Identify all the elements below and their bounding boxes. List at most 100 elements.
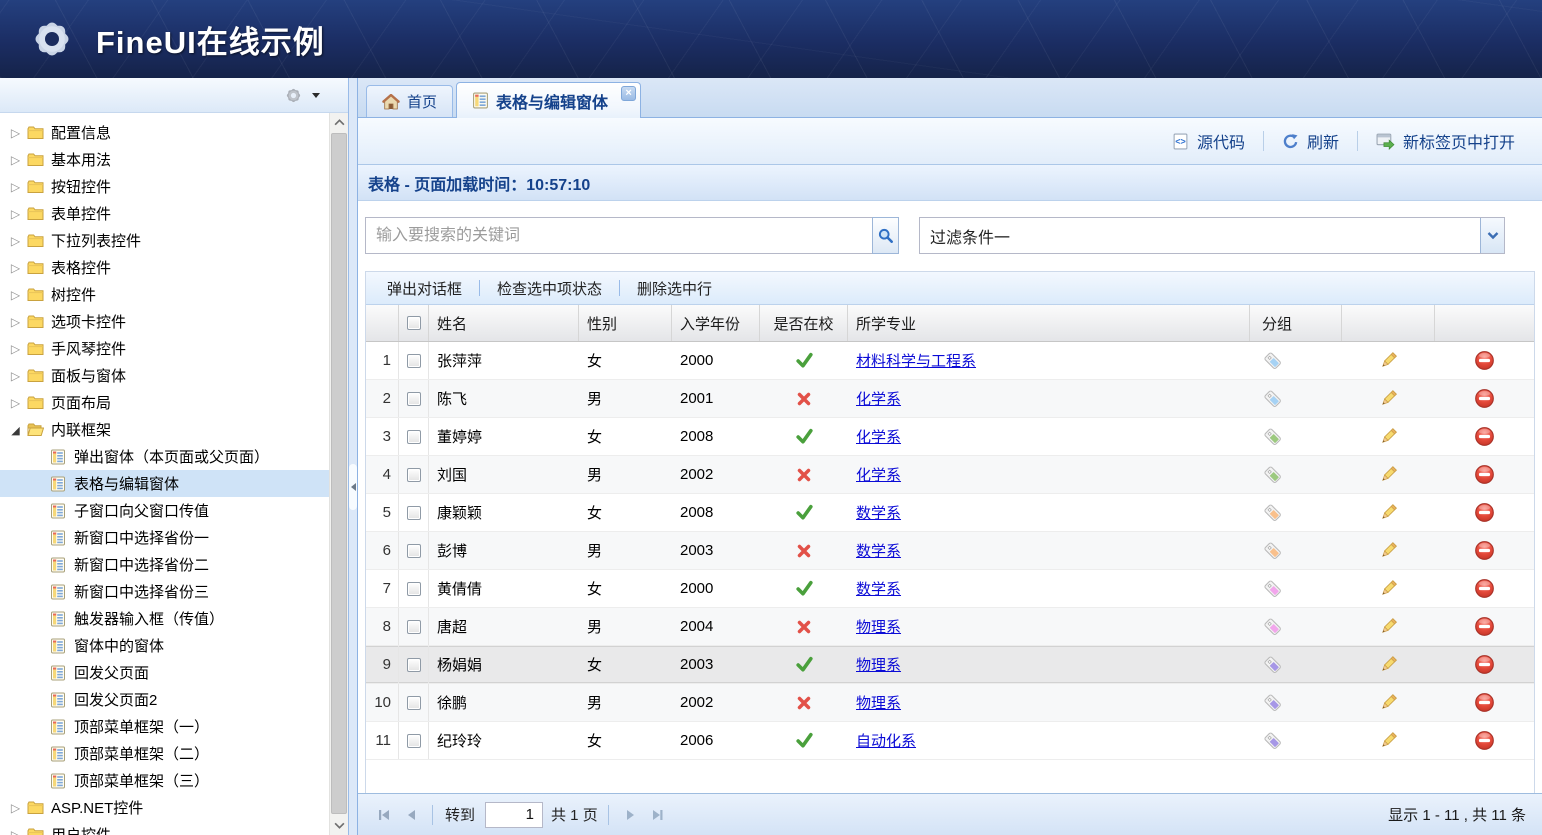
delete-rows-button[interactable]: 删除选中行	[620, 278, 729, 299]
delete-button[interactable]	[1474, 578, 1495, 599]
major-link[interactable]: 自动化系	[856, 730, 916, 751]
row-select-cell[interactable]	[399, 342, 429, 379]
edit-button[interactable]	[1379, 655, 1398, 674]
tree-leaf-item[interactable]: 顶部菜单框架（一）	[0, 713, 329, 740]
checkbox-icon[interactable]	[407, 468, 421, 482]
tree-folder-item[interactable]: ▷◢ 页面布局	[0, 389, 329, 416]
delete-button[interactable]	[1474, 540, 1495, 561]
delete-button[interactable]	[1474, 692, 1495, 713]
row-select-cell[interactable]	[399, 684, 429, 721]
expand-arrow-icon[interactable]: ▷◢	[7, 178, 24, 195]
edit-button[interactable]	[1379, 351, 1398, 370]
column-header-gender[interactable]: 性别	[579, 305, 672, 341]
tree-leaf-item[interactable]: 顶部菜单框架（二）	[0, 740, 329, 767]
tab-grid-edit-window[interactable]: 表格与编辑窗体 ×	[456, 82, 641, 118]
tree-leaf-item[interactable]: 新窗口中选择省份三	[0, 578, 329, 605]
tree-leaf-item[interactable]: 窗体中的窗体	[0, 632, 329, 659]
edit-button[interactable]	[1379, 541, 1398, 560]
expand-arrow-icon[interactable]: ▷◢	[7, 151, 24, 168]
row-select-cell[interactable]	[399, 418, 429, 455]
tree-folder-item[interactable]: ▷◢ 选项卡控件	[0, 308, 329, 335]
major-link[interactable]: 数学系	[856, 578, 901, 599]
checkbox-icon[interactable]	[407, 392, 421, 406]
tree-folder-item[interactable]: ▷◢ 表单控件	[0, 200, 329, 227]
edit-button[interactable]	[1379, 731, 1398, 750]
edit-button[interactable]	[1379, 617, 1398, 636]
checkbox-icon[interactable]	[407, 658, 421, 672]
expand-arrow-icon[interactable]: ▷◢	[7, 232, 24, 249]
checkbox-icon[interactable]	[407, 582, 421, 596]
edit-button[interactable]	[1379, 503, 1398, 522]
expand-arrow-icon[interactable]: ▷◢	[7, 421, 24, 438]
source-code-button[interactable]: <> 源代码	[1157, 129, 1260, 153]
last-page-button[interactable]	[644, 802, 671, 828]
major-link[interactable]: 化学系	[856, 464, 901, 485]
next-page-button[interactable]	[617, 802, 644, 828]
tree-leaf-item[interactable]: 弹出窗体（本页面或父页面）	[0, 443, 329, 470]
delete-button[interactable]	[1474, 388, 1495, 409]
edit-button[interactable]	[1379, 427, 1398, 446]
major-link[interactable]: 化学系	[856, 426, 901, 447]
expand-arrow-icon[interactable]: ▷◢	[7, 259, 24, 276]
header-select-all[interactable]	[399, 305, 429, 341]
refresh-button[interactable]: 刷新	[1267, 129, 1354, 153]
open-new-tab-button[interactable]: 新标签页中打开	[1361, 129, 1530, 153]
major-link[interactable]: 物理系	[856, 616, 901, 637]
checkbox-icon[interactable]	[407, 506, 421, 520]
row-select-cell[interactable]	[399, 608, 429, 645]
tab-home[interactable]: 首页	[366, 85, 453, 117]
tree-folder-item[interactable]: ▷◢ 树控件	[0, 281, 329, 308]
tree-folder-item[interactable]: ▷◢ 用户控件	[0, 821, 329, 835]
checkbox-icon[interactable]	[407, 316, 421, 330]
settings-gear-icon[interactable]	[284, 86, 303, 105]
row-select-cell[interactable]	[399, 494, 429, 531]
tree-leaf-item[interactable]: 表格与编辑窗体	[0, 470, 329, 497]
sidebar-scrollbar[interactable]	[329, 113, 348, 835]
delete-button[interactable]	[1474, 616, 1495, 637]
column-header-major[interactable]: 所学专业	[848, 305, 1250, 341]
tree-leaf-item[interactable]: 回发父页面2	[0, 686, 329, 713]
filter-dropdown[interactable]: 过滤条件一	[919, 217, 1505, 254]
expand-arrow-icon[interactable]: ▷◢	[7, 286, 24, 303]
major-link[interactable]: 化学系	[856, 388, 901, 409]
delete-button[interactable]	[1474, 502, 1495, 523]
delete-button[interactable]	[1474, 426, 1495, 447]
check-selection-button[interactable]: 检查选中项状态	[480, 278, 619, 299]
checkbox-icon[interactable]	[407, 430, 421, 444]
tree-leaf-item[interactable]: 子窗口向父窗口传值	[0, 497, 329, 524]
prev-page-button[interactable]	[397, 802, 424, 828]
tree-leaf-item[interactable]: 新窗口中选择省份二	[0, 551, 329, 578]
row-select-cell[interactable]	[399, 722, 429, 759]
scroll-up-icon[interactable]	[330, 113, 348, 132]
tree-leaf-item[interactable]: 顶部菜单框架（三）	[0, 767, 329, 794]
row-select-cell[interactable]	[399, 646, 429, 683]
tree-folder-item[interactable]: ▷◢ 按钮控件	[0, 173, 329, 200]
tree-leaf-item[interactable]: 回发父页面	[0, 659, 329, 686]
major-link[interactable]: 物理系	[856, 654, 901, 675]
delete-button[interactable]	[1474, 350, 1495, 371]
open-dialog-button[interactable]: 弹出对话框	[370, 278, 479, 299]
page-number-input[interactable]	[485, 802, 543, 828]
major-link[interactable]: 数学系	[856, 502, 901, 523]
row-select-cell[interactable]	[399, 456, 429, 493]
search-button[interactable]	[872, 217, 899, 254]
delete-button[interactable]	[1474, 654, 1495, 675]
expand-arrow-icon[interactable]: ▷◢	[7, 799, 24, 816]
expand-arrow-icon[interactable]: ▷◢	[7, 313, 24, 330]
edit-button[interactable]	[1379, 579, 1398, 598]
expand-arrow-icon[interactable]: ▷◢	[7, 367, 24, 384]
checkbox-icon[interactable]	[407, 734, 421, 748]
delete-button[interactable]	[1474, 730, 1495, 751]
expand-arrow-icon[interactable]: ▷◢	[7, 124, 24, 141]
sidebar-splitter[interactable]	[349, 78, 357, 835]
collapse-sidebar-handle[interactable]	[349, 464, 357, 510]
tree-leaf-item[interactable]: 触发器输入框（传值）	[0, 605, 329, 632]
expand-arrow-icon[interactable]: ▷◢	[7, 205, 24, 222]
tree-folder-item[interactable]: ▷◢ 表格控件	[0, 254, 329, 281]
column-header-year[interactable]: 入学年份	[672, 305, 760, 341]
edit-button[interactable]	[1379, 465, 1398, 484]
row-select-cell[interactable]	[399, 380, 429, 417]
row-select-cell[interactable]	[399, 532, 429, 569]
checkbox-icon[interactable]	[407, 354, 421, 368]
column-header-group[interactable]: 分组	[1250, 305, 1342, 341]
